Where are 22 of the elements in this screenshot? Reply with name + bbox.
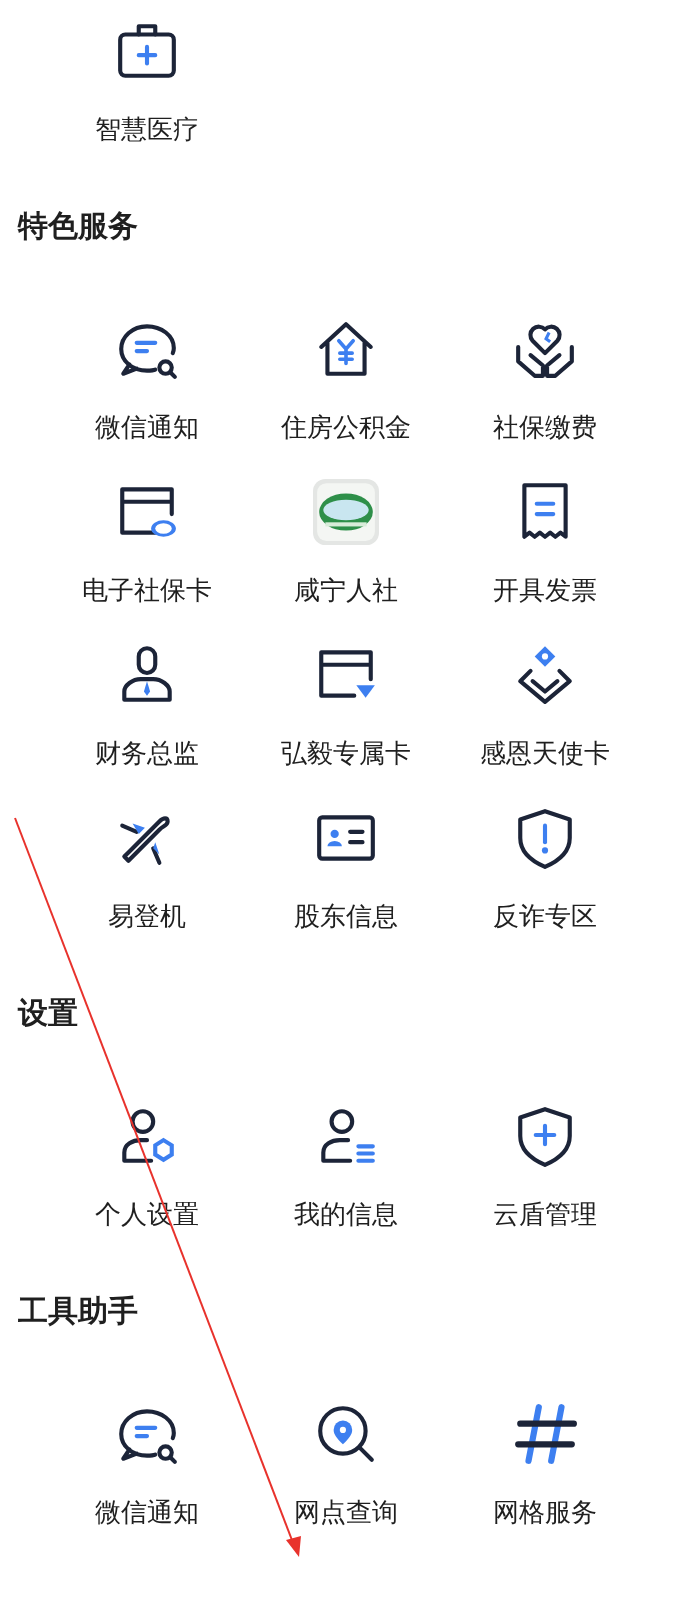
service-tile[interactable]: 网格服务 [445,1401,644,1529]
app-logo-icon [312,479,379,545]
service-tile[interactable]: 开具发票 [445,479,644,607]
service-tile[interactable]: 弘毅专属卡 [246,642,445,770]
service-tile[interactable]: 云盾管理 [445,1103,644,1231]
service-tile[interactable]: 电子社保卡 [47,479,246,607]
service-tile[interactable]: 网点查询 [246,1401,445,1529]
service-tile[interactable]: 我的信息 [246,1103,445,1231]
service-tile[interactable]: 咸宁人社 [246,479,445,607]
section-heading: 设置 [18,994,78,1032]
service-tile[interactable]: 财务总监 [47,642,246,770]
section-heading: 工具助手 [18,1292,138,1330]
service-tile[interactable]: 微信通知 [47,316,246,444]
section-heading: 特色服务 [18,207,138,245]
service-tile[interactable]: 智慧医疗 [47,18,246,146]
service-tile[interactable]: 社保缴费 [445,316,644,444]
service-tile[interactable]: 感恩天使卡 [445,642,644,770]
service-tile[interactable]: 微信通知 [47,1401,246,1529]
service-tile[interactable]: 股东信息 [246,805,445,933]
service-tile[interactable]: 住房公积金 [246,316,445,444]
service-tile[interactable]: 反诈专区 [445,805,644,933]
service-tile[interactable]: 易登机 [47,805,246,933]
